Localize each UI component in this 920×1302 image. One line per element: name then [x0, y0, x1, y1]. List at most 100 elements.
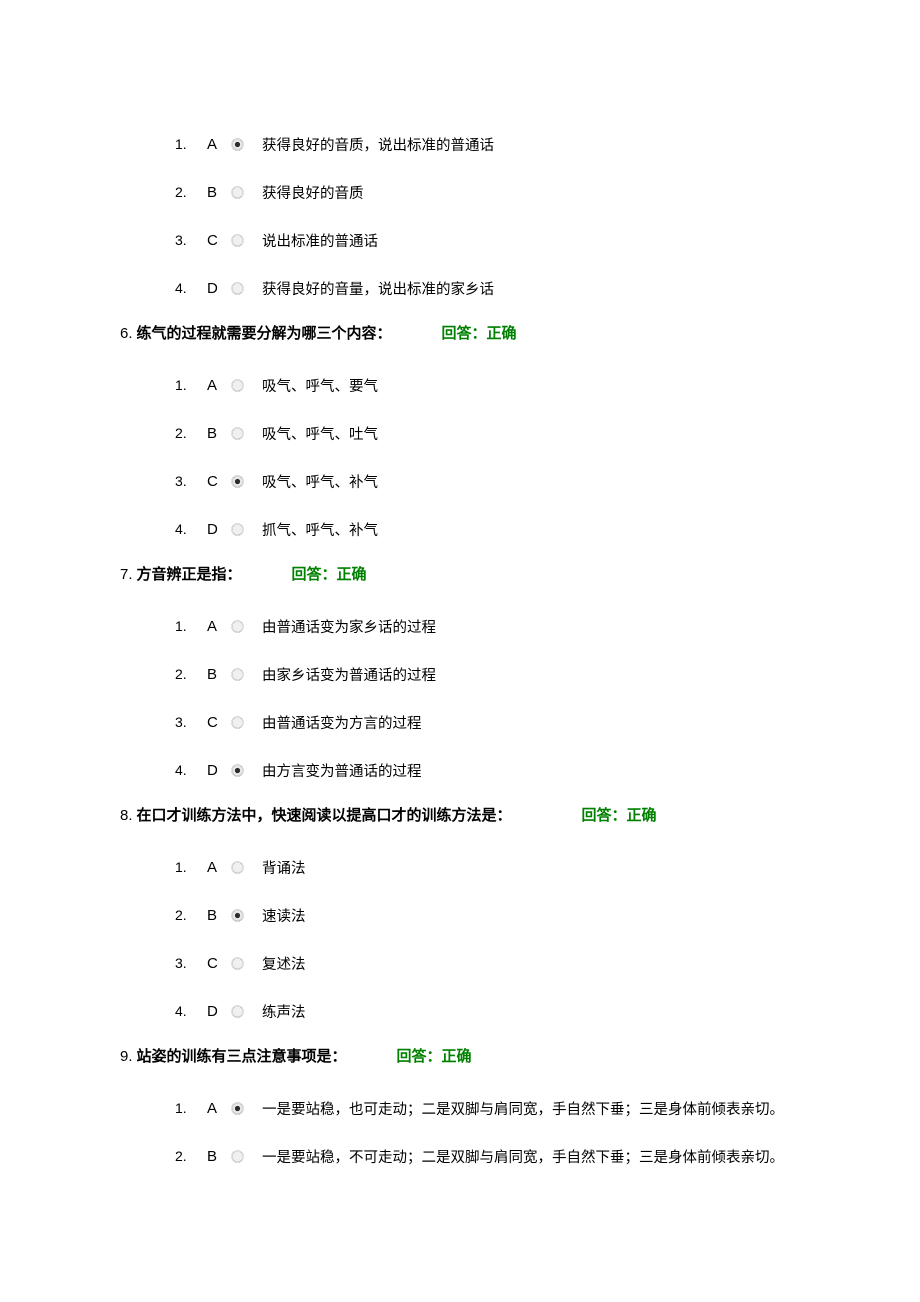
option-row: 4.D 获得良好的音量，说出标准的家乡话: [175, 264, 800, 312]
question-line: 9.站姿的训练有三点注意事项是： 回答：正确: [120, 1045, 800, 1066]
radio-unselected-icon[interactable]: [231, 523, 244, 536]
question-number: 6.: [120, 325, 133, 342]
option-text: 由普通话变为方言的过程: [262, 712, 422, 733]
option-text: 吸气、呼气、补气: [262, 471, 378, 492]
option-letter: C: [207, 714, 231, 731]
radio-selected-icon[interactable]: [231, 1102, 244, 1115]
option-row: 1.A背诵法: [175, 843, 800, 891]
page: 1.A获得良好的音质，说出标准的普通话2.B获得良好的音质3.C说出标准的普通话…: [0, 0, 920, 1300]
option-row: 2.B 由家乡话变为普通话的过程: [175, 650, 800, 698]
radio-selected-icon[interactable]: [231, 138, 244, 151]
option-row: 3.C 吸气、呼气、补气: [175, 457, 800, 505]
option-number: 1.: [175, 136, 207, 152]
option-number: 4.: [175, 280, 207, 296]
questions-container: 6.练气的过程就需要分解为哪三个内容：回答：正确1.A吸气、呼气、要气2.B吸气…: [120, 322, 800, 1180]
option-number: 1.: [175, 1100, 207, 1116]
option-letter: B: [207, 666, 231, 683]
radio-unselected-icon[interactable]: [231, 668, 244, 681]
option-letter: D: [207, 762, 231, 779]
option-number: 4.: [175, 521, 207, 537]
option-row: 2.B一是要站稳，不可走动；二是双脚与肩同宽，手自然下垂；三是身体前倾表亲切。: [175, 1132, 800, 1180]
radio-unselected-icon[interactable]: [231, 716, 244, 729]
question-number: 9.: [120, 1048, 133, 1065]
answer-status: 回答：正确: [442, 322, 517, 343]
radio-unselected-icon[interactable]: [231, 1005, 244, 1018]
option-row: 1.A由普通话变为家乡话的过程: [175, 602, 800, 650]
answer-status: 回答：正确: [292, 563, 367, 584]
option-text: 背诵法: [262, 857, 306, 878]
option-text: 一是要站稳，也可走动；二是双脚与肩同宽，手自然下垂；三是身体前倾表亲切。: [262, 1098, 784, 1119]
option-letter: A: [207, 618, 231, 635]
option-letter: C: [207, 955, 231, 972]
option-row: 4.D由方言变为普通话的过程: [175, 746, 800, 794]
option-letter: C: [207, 473, 231, 490]
option-letter: D: [207, 521, 231, 538]
option-text: 获得良好的音质，说出标准的普通话: [262, 134, 494, 155]
option-number: 3.: [175, 473, 207, 489]
radio-unselected-icon[interactable]: [231, 234, 244, 247]
question-line: 6.练气的过程就需要分解为哪三个内容： 回答：正确: [120, 322, 800, 343]
question-text: 在口才训练方法中，快速阅读以提高口才的训练方法是：: [137, 804, 512, 825]
radio-selected-icon[interactable]: [231, 764, 244, 777]
option-number: 1.: [175, 377, 207, 393]
question-text: 练气的过程就需要分解为哪三个内容：: [137, 322, 392, 343]
option-number: 3.: [175, 232, 207, 248]
option-letter: A: [207, 1100, 231, 1117]
option-letter: A: [207, 377, 231, 394]
option-row: 2.B 速读法: [175, 891, 800, 939]
option-letter: D: [207, 1003, 231, 1020]
option-row: 3.C 说出标准的普通话: [175, 216, 800, 264]
option-text: 由方言变为普通话的过程: [262, 760, 422, 781]
option-number: 2.: [175, 425, 207, 441]
radio-unselected-icon[interactable]: [231, 1150, 244, 1163]
question-line: 7.方音辨正是指：回答：正确: [120, 563, 800, 584]
radio-unselected-icon[interactable]: [231, 186, 244, 199]
radio-unselected-icon[interactable]: [231, 427, 244, 440]
radio-unselected-icon[interactable]: [231, 379, 244, 392]
option-letter: B: [207, 425, 231, 442]
option-text: 由家乡话变为普通话的过程: [262, 664, 436, 685]
question-line: 8.在口才训练方法中，快速阅读以提高口才的训练方法是：回答：正确: [120, 804, 800, 825]
option-row: 1.A 吸气、呼气、要气: [175, 361, 800, 409]
answer-status: 回答：正确: [397, 1045, 472, 1066]
option-row: 4.D 练声法: [175, 987, 800, 1035]
radio-selected-icon[interactable]: [231, 475, 244, 488]
option-number: 2.: [175, 1148, 207, 1164]
question-text: 站姿的训练有三点注意事项是：: [137, 1045, 347, 1066]
option-text: 复述法: [262, 953, 306, 974]
option-number: 3.: [175, 955, 207, 971]
radio-unselected-icon[interactable]: [231, 620, 244, 633]
option-number: 1.: [175, 618, 207, 634]
radio-unselected-icon[interactable]: [231, 282, 244, 295]
option-number: 4.: [175, 1003, 207, 1019]
option-row: 3.C 由普通话变为方言的过程: [175, 698, 800, 746]
option-text: 吸气、呼气、要气: [262, 375, 378, 396]
option-number: 2.: [175, 907, 207, 923]
option-row: 1.A 一是要站稳，也可走动；二是双脚与肩同宽，手自然下垂；三是身体前倾表亲切。: [175, 1084, 800, 1132]
answer-status: 回答：正确: [582, 804, 657, 825]
option-letter: C: [207, 232, 231, 249]
option-text: 说出标准的普通话: [262, 230, 378, 251]
option-text: 抓气、呼气、补气: [262, 519, 378, 540]
option-text: 练声法: [262, 1001, 306, 1022]
option-letter: A: [207, 136, 231, 153]
option-row: 3.C 复述法: [175, 939, 800, 987]
option-letter: B: [207, 184, 231, 201]
option-row: 2.B获得良好的音质: [175, 168, 800, 216]
option-text: 获得良好的音量，说出标准的家乡话: [262, 278, 494, 299]
option-text: 一是要站稳，不可走动；二是双脚与肩同宽，手自然下垂；三是身体前倾表亲切。: [262, 1146, 784, 1167]
option-letter: B: [207, 907, 231, 924]
option-number: 3.: [175, 714, 207, 730]
radio-selected-icon[interactable]: [231, 909, 244, 922]
question-number: 7.: [120, 566, 133, 583]
option-row: 1.A 获得良好的音质，说出标准的普通话: [175, 120, 800, 168]
option-letter: D: [207, 280, 231, 297]
option-row: 2.B吸气、呼气、吐气: [175, 409, 800, 457]
option-text: 获得良好的音质: [262, 182, 364, 203]
option-text: 速读法: [262, 905, 306, 926]
option-number: 2.: [175, 666, 207, 682]
radio-unselected-icon[interactable]: [231, 861, 244, 874]
option-row: 4.D 抓气、呼气、补气: [175, 505, 800, 553]
radio-unselected-icon[interactable]: [231, 957, 244, 970]
option-letter: A: [207, 859, 231, 876]
